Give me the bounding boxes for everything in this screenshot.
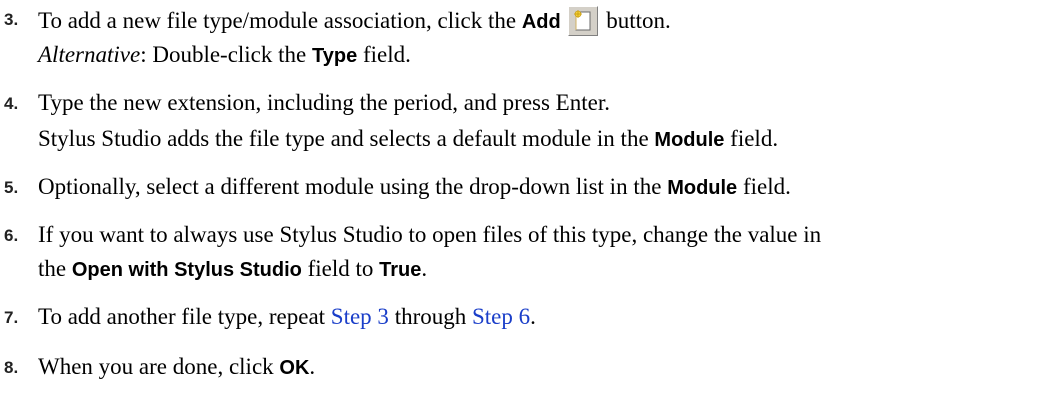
step-number: 3. <box>4 10 19 29</box>
step-text: Stylus Studio adds the file type and sel… <box>38 126 655 151</box>
ok-label: OK <box>279 357 310 379</box>
add-new-document-icon[interactable] <box>568 6 599 36</box>
step-7-line-1: To add another file type, repeat Step 3 … <box>38 304 536 330</box>
step-8-line-1: When you are done, click OK. <box>38 354 315 380</box>
step-text: button. <box>600 8 671 33</box>
step-3-line-2: Alternative: Double-click the Type field… <box>38 42 411 68</box>
step-5-line-1: Optionally, select a different module us… <box>38 174 791 200</box>
step-text: field. <box>737 174 791 199</box>
step-text: To add a new file type/module associatio… <box>38 8 522 33</box>
step-4-line-2: Stylus Studio adds the file type and sel… <box>38 126 778 152</box>
module-field-label: Module <box>654 129 725 151</box>
step-text: the <box>38 256 72 281</box>
step-text: field to <box>301 256 380 281</box>
step-6-link[interactable]: Step 6 <box>472 304 530 329</box>
step-text: To add another file type, repeat <box>38 304 331 329</box>
step-4-line-1: Type the new extension, including the pe… <box>38 90 610 116</box>
step-number: 5. <box>4 178 19 197</box>
alternative-label: Alternative <box>38 42 141 67</box>
step-number: 6. <box>4 226 19 245</box>
step-number: 7. <box>4 308 19 327</box>
step-text: . <box>530 304 536 329</box>
step-3-line-1: To add a new file type/module associatio… <box>38 6 671 36</box>
true-value-label: True <box>379 259 422 281</box>
type-field-label: Type <box>312 45 358 67</box>
step-number: 4. <box>4 94 19 113</box>
step-text: . <box>421 256 428 281</box>
step-6-line-1: If you want to always use Stylus Studio … <box>38 222 821 248</box>
step-text: : Double-click the <box>140 42 312 67</box>
step-text: field. <box>357 42 411 67</box>
step-text: field. <box>724 126 779 151</box>
add-label: Add <box>521 11 561 33</box>
step-text: Optionally, select a different module us… <box>38 174 668 199</box>
step-6-line-2: the Open with Stylus Studio field to Tru… <box>38 256 427 282</box>
step-text: If you want to always use Stylus Studio … <box>38 222 822 247</box>
module-field-label: Module <box>667 177 738 199</box>
open-with-field-label: Open with Stylus Studio <box>71 259 302 281</box>
step-text: When you are done, click <box>38 354 280 379</box>
step-text: through <box>388 304 472 329</box>
step-text: Type the new extension, including the pe… <box>38 90 610 115</box>
step-3-link[interactable]: Step 3 <box>331 304 389 329</box>
step-text: . <box>309 354 316 379</box>
step-number: 8. <box>4 358 19 377</box>
